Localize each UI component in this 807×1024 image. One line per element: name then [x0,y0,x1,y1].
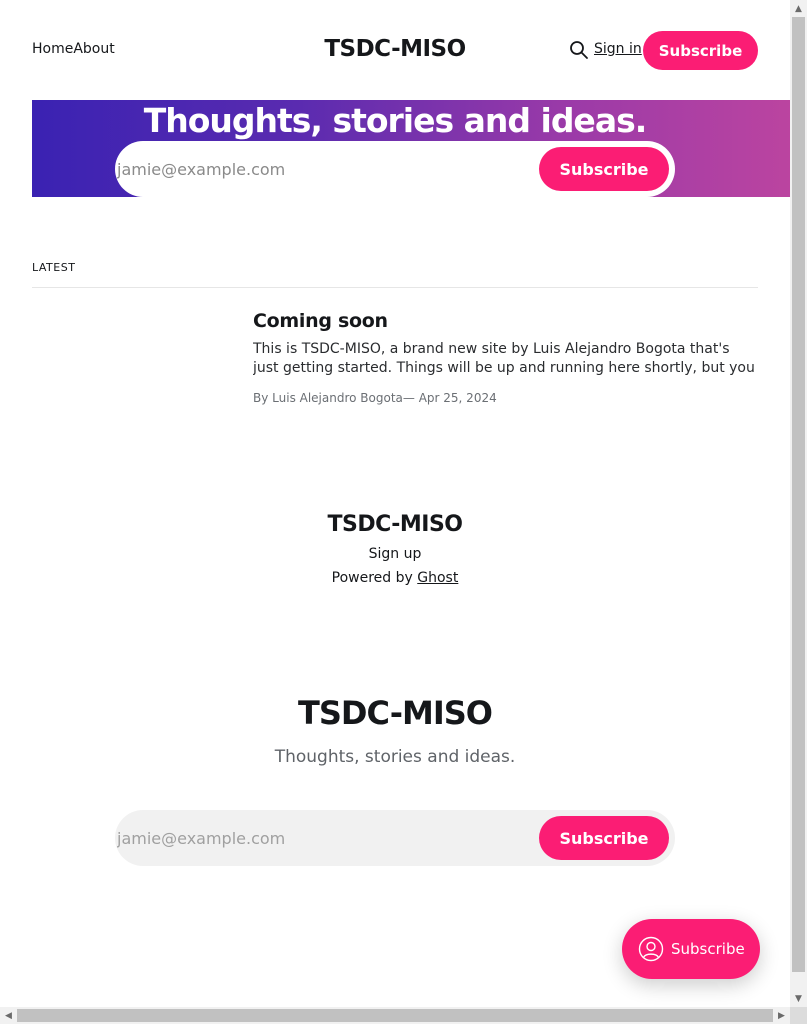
footer-signup-link[interactable]: Sign up [0,544,790,564]
post-meta: By Luis Alejandro Bogota— Apr 25, 2024 [253,391,758,405]
footer-logo[interactable]: TSDC-MISO [0,510,790,540]
search-icon [570,41,588,59]
section-divider [32,287,758,288]
post-excerpt: This is TSDC-MISO, a brand new site by L… [253,341,755,376]
hero-title: Thoughts, stories and ideas. [143,101,648,140]
vertical-scrollbar[interactable]: ▲ ▼ [790,0,807,1007]
cta-title: TSDC-MISO [298,694,493,732]
footer-powered-by: Powered by Ghost [0,568,790,588]
header-subscribe-button[interactable]: Subscribe [643,31,758,70]
scrollbar-corner [790,1007,807,1024]
site-header: Home About TSDC-MISO Sign in Subscribe [32,30,758,70]
post-title[interactable]: Coming soon [253,308,758,334]
footer-cta: TSDC-MISO Thoughts, stories and ideas. S… [0,692,790,866]
portal-label: Subscribe [671,940,745,958]
post-author: By Luis Alejandro Bogota [253,391,403,405]
horizontal-scroll-thumb[interactable] [17,1009,773,1022]
cta-email-input[interactable] [115,810,535,866]
hero-banner: Thoughts, stories and ideas. Subscribe [32,100,790,197]
cta-subscribe-button[interactable]: Subscribe [539,816,669,860]
scroll-right-icon[interactable]: ▶ [773,1007,790,1024]
vertical-scroll-thumb[interactable] [792,17,805,972]
hero-email-input[interactable] [115,141,535,197]
scroll-down-icon[interactable]: ▼ [790,990,807,1007]
scroll-up-icon[interactable]: ▲ [790,0,807,17]
user-circle-icon [638,936,664,962]
post-date: — Apr 25, 2024 [402,391,497,405]
signin-link[interactable]: Sign in [594,41,642,57]
hero-subscribe-form: Subscribe [115,141,675,197]
page-viewport: Home About TSDC-MISO Sign in Subscribe T… [0,0,790,1007]
scroll-left-icon[interactable]: ◀ [0,1007,17,1024]
horizontal-scrollbar[interactable]: ◀ ▶ [0,1007,790,1024]
portal-subscribe-button[interactable]: Subscribe [622,919,760,979]
site-footer: TSDC-MISO Sign up Powered by Ghost [0,510,790,588]
powered-by-text: Powered by [331,570,418,586]
cta-subtitle: Thoughts, stories and ideas. [274,747,516,767]
search-button[interactable] [569,40,589,60]
hero-subscribe-button[interactable]: Subscribe [539,147,669,191]
post-card[interactable]: Coming soon This is TSDC-MISO, a brand n… [253,308,758,405]
cta-subscribe-form: Subscribe [115,810,675,866]
ghost-link[interactable]: Ghost [417,570,458,586]
latest-section-label: LATEST [32,261,76,274]
